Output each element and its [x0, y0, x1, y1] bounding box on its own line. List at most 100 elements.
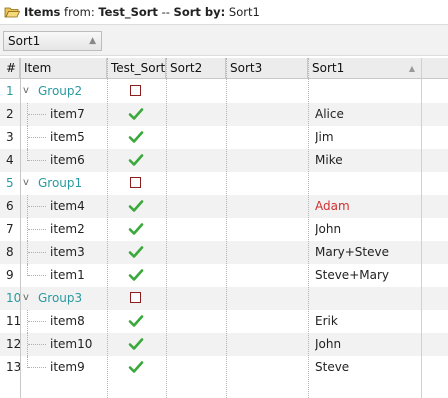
title-sortby-label: Sort by:	[173, 5, 226, 19]
chevron-down-icon[interactable]: v	[23, 172, 33, 195]
column-header-sort1[interactable]: Sort1 ▲	[308, 58, 422, 79]
group-label: Group2	[38, 84, 83, 98]
items-grid: # Item Test_Sort Sort2 Sort3 Sort1 ▲ 1vG…	[0, 58, 448, 398]
sort1-cell: Erik	[315, 314, 338, 328]
row-number: 13	[6, 360, 20, 374]
item-label: item7	[50, 107, 85, 121]
column-divider	[226, 58, 227, 398]
row-number: 11	[6, 314, 20, 328]
green-checkmark-icon[interactable]	[128, 313, 144, 329]
sort1-cell: Alice	[315, 107, 344, 121]
group-label: Group3	[38, 291, 83, 305]
table-row[interactable]: 13 item9 Steve	[0, 356, 448, 379]
table-row[interactable]: 9 item1 Steve+Mary	[0, 264, 448, 287]
row-number: 7	[6, 222, 14, 236]
title-source: Test_Sort	[98, 5, 158, 19]
sort1-cell: Steve+Mary	[315, 268, 389, 282]
sort1-cell: Adam	[315, 199, 350, 213]
sort1-cell: John	[315, 222, 342, 236]
column-header-item[interactable]: Item	[20, 58, 107, 79]
row-number: 2	[6, 107, 14, 121]
sort1-cell: Mary+Steve	[315, 245, 389, 259]
group-row[interactable]: 10 v Group3	[0, 287, 448, 310]
item-label: item6	[50, 153, 85, 167]
column-divider	[166, 58, 167, 398]
grid-header-row: # Item Test_Sort Sort2 Sort3 Sort1 ▲	[0, 58, 448, 79]
table-row[interactable]: 7 item2 John	[0, 218, 448, 241]
tree-connector	[28, 137, 46, 138]
green-checkmark-icon[interactable]	[128, 152, 144, 168]
item-label: item10	[50, 337, 93, 351]
tree-connector	[28, 344, 46, 345]
table-row[interactable]: 3 item5 Jim	[0, 126, 448, 149]
tree-connector	[28, 206, 46, 207]
tree-connector	[28, 252, 46, 253]
column-header-number[interactable]: #	[0, 58, 20, 79]
sort-chip-label: Sort1	[8, 34, 41, 48]
window-title-bar: Items from: Test_Sort -- Sort by: Sort1	[0, 0, 448, 24]
table-row[interactable]: 11 item8 Erik	[0, 310, 448, 333]
green-checkmark-icon[interactable]	[128, 198, 144, 214]
group-by-toolbar: Sort1 ▲	[0, 24, 448, 56]
item-label: item1	[50, 268, 85, 282]
item-label: item2	[50, 222, 85, 236]
sort1-cell: Steve	[315, 360, 350, 374]
green-checkmark-icon[interactable]	[128, 129, 144, 145]
title-separator: --	[157, 5, 174, 19]
empty-checkbox-icon[interactable]	[130, 85, 141, 96]
sort1-cell: Mike	[315, 153, 343, 167]
tree-connector	[28, 321, 46, 322]
row-number: 8	[6, 245, 14, 259]
row-number: 12	[6, 337, 20, 351]
grid-right-edge	[421, 58, 422, 398]
open-folder-icon	[4, 7, 20, 18]
title-from-label: from:	[60, 5, 99, 19]
column-divider	[107, 58, 108, 398]
tree-connector	[28, 229, 46, 230]
tree-connector	[28, 114, 46, 115]
sort1-cell: Jim	[315, 130, 334, 144]
table-row[interactable]: 12 item10 John	[0, 333, 448, 356]
column-header-sort3[interactable]: Sort3	[226, 58, 308, 79]
row-number: 10	[6, 291, 20, 305]
sort-chip-sort1[interactable]: Sort1 ▲	[3, 31, 102, 51]
sort-ascending-icon: ▲	[89, 36, 96, 46]
chevron-down-icon[interactable]: v	[23, 287, 33, 310]
tree-connector	[28, 160, 46, 161]
green-checkmark-icon[interactable]	[128, 106, 144, 122]
item-label: item4	[50, 199, 85, 213]
tree-connector	[28, 275, 46, 276]
item-label: item9	[50, 360, 85, 374]
chevron-down-icon[interactable]: v	[23, 80, 33, 103]
table-row[interactable]: 2 item7 Alice	[0, 103, 448, 126]
sort-ascending-icon: ▲	[408, 64, 415, 73]
empty-checkbox-icon[interactable]	[130, 177, 141, 188]
row-number: 1	[6, 84, 14, 98]
green-checkmark-icon[interactable]	[128, 267, 144, 283]
group-row[interactable]: 5 v Group1	[0, 172, 448, 195]
group-label: Group1	[38, 176, 83, 190]
row-number: 6	[6, 199, 14, 213]
column-header-sort2[interactable]: Sort2	[166, 58, 226, 79]
row-number: 3	[6, 130, 14, 144]
title-items-label: Items	[24, 5, 61, 19]
tree-connector	[28, 367, 46, 368]
green-checkmark-icon[interactable]	[128, 244, 144, 260]
group-row[interactable]: 1 v Group2	[0, 80, 448, 103]
title-sort-field: Sort1	[225, 5, 260, 19]
table-row[interactable]: 6 item4 Adam	[0, 195, 448, 218]
row-number: 4	[6, 153, 14, 167]
item-label: item8	[50, 314, 85, 328]
green-checkmark-icon[interactable]	[128, 359, 144, 375]
table-row[interactable]: 8 item3 Mary+Steve	[0, 241, 448, 264]
table-row[interactable]: 4 item6 Mike	[0, 149, 448, 172]
row-number: 9	[6, 268, 14, 282]
column-header-test-sort[interactable]: Test_Sort	[107, 58, 166, 79]
window-title: Items from: Test_Sort -- Sort by: Sort1	[24, 5, 260, 19]
empty-checkbox-icon[interactable]	[130, 292, 141, 303]
row-number: 5	[6, 176, 14, 190]
green-checkmark-icon[interactable]	[128, 336, 144, 352]
item-label: item3	[50, 245, 85, 259]
green-checkmark-icon[interactable]	[128, 221, 144, 237]
column-divider	[20, 58, 21, 398]
